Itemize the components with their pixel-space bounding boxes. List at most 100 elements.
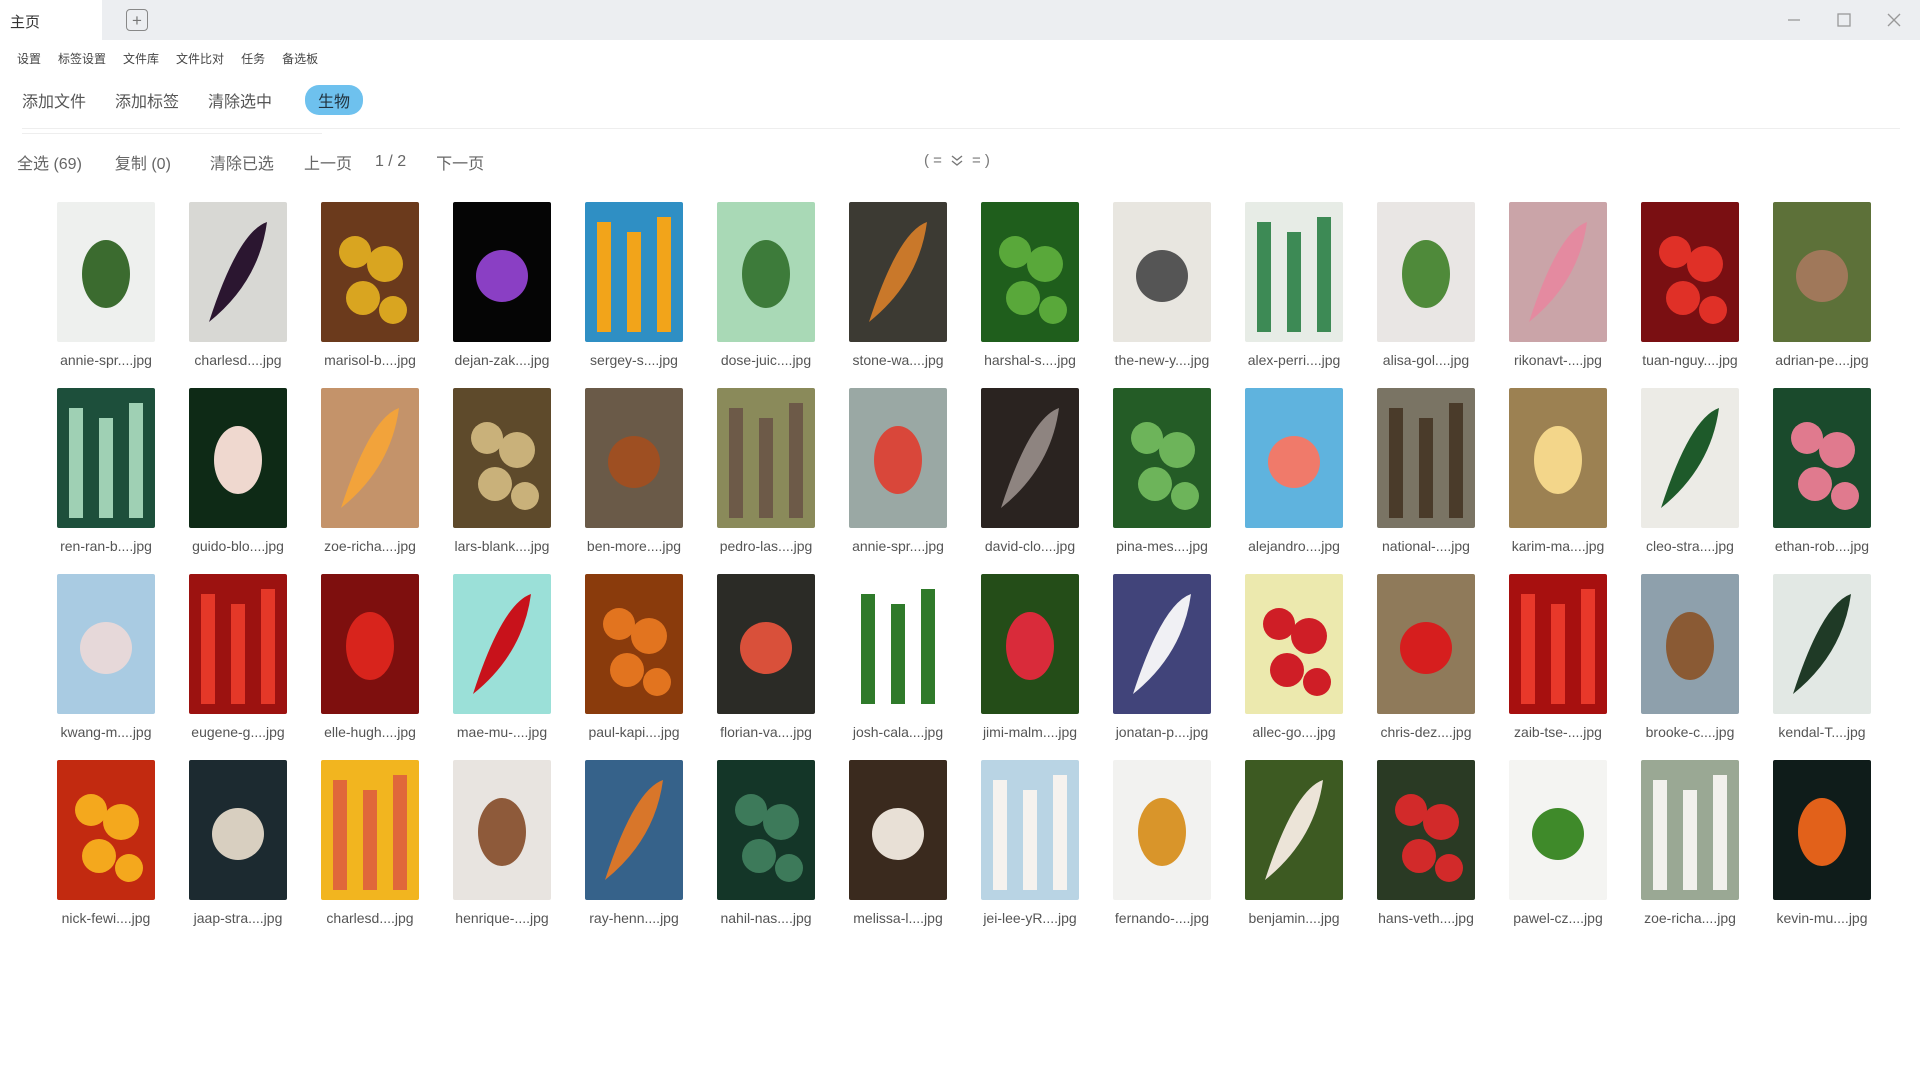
thumbnail-image[interactable] xyxy=(1509,388,1607,528)
thumbnail-image[interactable] xyxy=(981,760,1079,900)
file-item[interactable]: charlesd....jpg xyxy=(172,202,304,388)
thumbnail-image[interactable] xyxy=(189,388,287,528)
thumbnail-image[interactable] xyxy=(321,388,419,528)
thumbnail-image[interactable] xyxy=(1377,388,1475,528)
thumbnail-image[interactable] xyxy=(57,760,155,900)
menu-settings[interactable]: 设置 xyxy=(17,50,41,70)
thumbnail-image[interactable] xyxy=(1377,760,1475,900)
file-item[interactable]: pawel-cz....jpg xyxy=(1492,760,1624,946)
thumbnail-image[interactable] xyxy=(453,388,551,528)
file-item[interactable]: lars-blank....jpg xyxy=(436,388,568,574)
thumbnail-image[interactable] xyxy=(1641,388,1739,528)
thumbnail-image[interactable] xyxy=(321,202,419,342)
file-item[interactable]: zoe-richa....jpg xyxy=(1624,760,1756,946)
file-item[interactable]: eugene-g....jpg xyxy=(172,574,304,760)
file-item[interactable]: rikonavt-....jpg xyxy=(1492,202,1624,388)
thumbnail-image[interactable] xyxy=(1773,202,1871,342)
tab-home[interactable]: 主页 xyxy=(0,0,102,40)
file-item[interactable]: nahil-nas....jpg xyxy=(700,760,832,946)
file-item[interactable]: zaib-tse-....jpg xyxy=(1492,574,1624,760)
sort-toggle[interactable]: ( = = ) xyxy=(924,152,990,169)
thumbnail-image[interactable] xyxy=(189,574,287,714)
thumbnail-image[interactable] xyxy=(1245,574,1343,714)
thumbnail-image[interactable] xyxy=(1113,388,1211,528)
file-item[interactable]: alex-perri....jpg xyxy=(1228,202,1360,388)
thumbnail-image[interactable] xyxy=(1377,574,1475,714)
thumbnail-image[interactable] xyxy=(57,202,155,342)
thumbnail-image[interactable] xyxy=(585,202,683,342)
menu-file-compare[interactable]: 文件比对 xyxy=(176,50,224,70)
menu-tag-settings[interactable]: 标签设置 xyxy=(58,50,106,70)
file-item[interactable]: jei-lee-yR....jpg xyxy=(964,760,1096,946)
thumbnail-image[interactable] xyxy=(453,202,551,342)
file-item[interactable]: ren-ran-b....jpg xyxy=(40,388,172,574)
select-all-button[interactable]: 全选 (69) xyxy=(17,150,82,174)
thumbnail-image[interactable] xyxy=(585,760,683,900)
file-item[interactable]: zoe-richa....jpg xyxy=(304,388,436,574)
file-item[interactable]: stone-wa....jpg xyxy=(832,202,964,388)
thumbnail-image[interactable] xyxy=(1377,202,1475,342)
file-item[interactable]: elle-hugh....jpg xyxy=(304,574,436,760)
thumbnail-image[interactable] xyxy=(57,388,155,528)
thumbnail-image[interactable] xyxy=(717,574,815,714)
file-item[interactable]: harshal-s....jpg xyxy=(964,202,1096,388)
thumbnail-image[interactable] xyxy=(717,760,815,900)
file-item[interactable]: the-new-y....jpg xyxy=(1096,202,1228,388)
file-item[interactable]: cleo-stra....jpg xyxy=(1624,388,1756,574)
file-item[interactable]: david-clo....jpg xyxy=(964,388,1096,574)
thumbnail-image[interactable] xyxy=(1509,760,1607,900)
file-item[interactable]: nick-fewi....jpg xyxy=(40,760,172,946)
file-item[interactable]: adrian-pe....jpg xyxy=(1756,202,1888,388)
file-item[interactable]: henrique-....jpg xyxy=(436,760,568,946)
thumbnail-image[interactable] xyxy=(1773,760,1871,900)
thumbnail-image[interactable] xyxy=(1509,574,1607,714)
thumbnail-image[interactable] xyxy=(1113,760,1211,900)
file-item[interactable]: alisa-gol....jpg xyxy=(1360,202,1492,388)
file-item[interactable]: charlesd....jpg xyxy=(304,760,436,946)
file-item[interactable]: tuan-nguy....jpg xyxy=(1624,202,1756,388)
clear-selected-button[interactable]: 清除选中 xyxy=(208,88,272,112)
thumbnail-image[interactable] xyxy=(1641,574,1739,714)
menu-tasks[interactable]: 任务 xyxy=(241,50,265,70)
thumbnail-image[interactable] xyxy=(321,574,419,714)
thumbnail-image[interactable] xyxy=(1641,760,1739,900)
file-item[interactable]: fernando-....jpg xyxy=(1096,760,1228,946)
thumbnail-image[interactable] xyxy=(849,760,947,900)
file-item[interactable]: brooke-c....jpg xyxy=(1624,574,1756,760)
tag-chip-biology[interactable]: 生物 xyxy=(305,85,364,115)
file-item[interactable]: pedro-las....jpg xyxy=(700,388,832,574)
file-item[interactable]: annie-spr....jpg xyxy=(40,202,172,388)
thumbnail-image[interactable] xyxy=(1113,574,1211,714)
thumbnail-image[interactable] xyxy=(453,760,551,900)
menu-candidate-board[interactable]: 备选板 xyxy=(282,50,318,70)
thumbnail-image[interactable] xyxy=(321,760,419,900)
thumbnail-image[interactable] xyxy=(1773,388,1871,528)
thumbnail-image[interactable] xyxy=(57,574,155,714)
file-item[interactable]: karim-ma....jpg xyxy=(1492,388,1624,574)
thumbnail-image[interactable] xyxy=(189,760,287,900)
thumbnail-image[interactable] xyxy=(1245,202,1343,342)
close-button[interactable] xyxy=(1882,8,1906,32)
file-item[interactable]: dose-juic....jpg xyxy=(700,202,832,388)
file-item[interactable]: ray-henn....jpg xyxy=(568,760,700,946)
file-item[interactable]: florian-va....jpg xyxy=(700,574,832,760)
file-item[interactable]: kendal-T....jpg xyxy=(1756,574,1888,760)
thumbnail-image[interactable] xyxy=(717,202,815,342)
thumbnail-image[interactable] xyxy=(1641,202,1739,342)
add-tag-button[interactable]: 添加标签 xyxy=(115,88,179,112)
next-page-button[interactable]: 下一页 xyxy=(436,150,484,174)
thumbnail-image[interactable] xyxy=(849,388,947,528)
thumbnail-image[interactable] xyxy=(1245,760,1343,900)
thumbnail-image[interactable] xyxy=(453,574,551,714)
copy-button[interactable]: 复制 (0) xyxy=(115,150,171,174)
thumbnail-image[interactable] xyxy=(717,388,815,528)
file-item[interactable]: hans-veth....jpg xyxy=(1360,760,1492,946)
clear-chosen-button[interactable]: 清除已选 xyxy=(210,150,274,174)
file-item[interactable]: jaap-stra....jpg xyxy=(172,760,304,946)
thumbnail-image[interactable] xyxy=(981,574,1079,714)
file-item[interactable]: jimi-malm....jpg xyxy=(964,574,1096,760)
thumbnail-image[interactable] xyxy=(1773,574,1871,714)
menu-file-library[interactable]: 文件库 xyxy=(123,50,159,70)
file-item[interactable]: chris-dez....jpg xyxy=(1360,574,1492,760)
file-item[interactable]: mae-mu-....jpg xyxy=(436,574,568,760)
